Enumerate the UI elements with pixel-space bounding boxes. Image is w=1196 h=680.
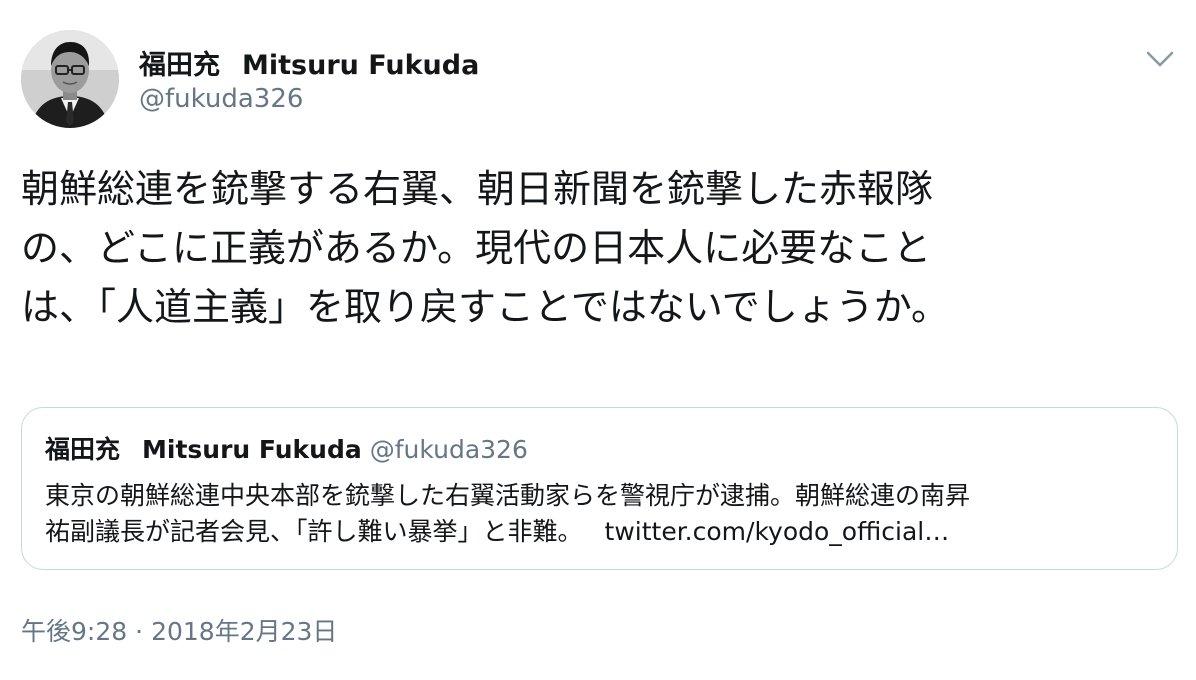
quoted-tweet-text-line-2: 祐副議長が記者会見、「許し難い暴挙」と非難。 twitter.com/kyodo_… (45, 514, 1160, 550)
tweet-text: 朝鮮総連を銃撃する右翼、朝日新聞を銃撃した赤報隊 の、どこに正義があるか。現代の… (21, 160, 1181, 337)
quoted-tweet-text: 東京の朝鮮総連中央本部を銃撃した右翼活動家らを警視庁が逮捕。朝鮮総連の南昇 祐副… (45, 478, 1160, 550)
quoted-author-name-jp: 福田充 (45, 435, 121, 464)
quoted-tweet-text-line: 東京の朝鮮総連中央本部を銃撃した右翼活動家らを警視庁が逮捕。朝鮮総連の南昇 (45, 481, 971, 510)
quoted-author-handle: @fukuda326 (369, 435, 528, 464)
quoted-tweet-link[interactable]: twitter.com/kyodo_official… (605, 517, 950, 546)
quoted-author-name-en: Mitsuru Fukuda (142, 435, 362, 464)
author-name-jp: 福田充 (139, 50, 220, 81)
timestamp-date: 2018年2月23日 (151, 617, 338, 646)
avatar-photo (21, 30, 119, 128)
tweet-text-line: 朝鮮総連を銃撃する右翼、朝日新聞を銃撃した赤報隊 (21, 167, 934, 211)
quoted-tweet-card[interactable]: 福田充 Mitsuru Fukuda @fukuda326 東京の朝鮮総連中央本部を… (21, 407, 1178, 570)
quoted-tweet-text-fragment: 祐副議長が記者会見、「許し難い暴挙」と非難。 (45, 517, 583, 546)
more-menu-button[interactable] (1144, 48, 1176, 70)
quoted-tweet-header: 福田充 Mitsuru Fukuda @fukuda326 (45, 430, 528, 466)
author-name-en: Mitsuru Fukuda (242, 50, 480, 81)
chevron-down-icon (1146, 51, 1174, 67)
timestamp-time: 午後9:28 (21, 617, 128, 646)
avatar[interactable] (21, 30, 119, 128)
tweet-text-line: の、どこに正義があるか。現代の日本人に必要なこと (21, 226, 932, 270)
timestamp-separator: · (135, 617, 144, 646)
tweet-text-line: は、「人道主義」を取り戻すことではないでしょうか。 (21, 285, 949, 329)
author-name[interactable]: 福田充 Mitsuru Fukuda (139, 43, 479, 82)
tweet-timestamp[interactable]: 午後9:28 · 2018年2月23日 (21, 612, 337, 648)
quoted-author-name: 福田充 Mitsuru Fukuda (45, 435, 362, 464)
author-handle[interactable]: @fukuda326 (139, 84, 303, 114)
